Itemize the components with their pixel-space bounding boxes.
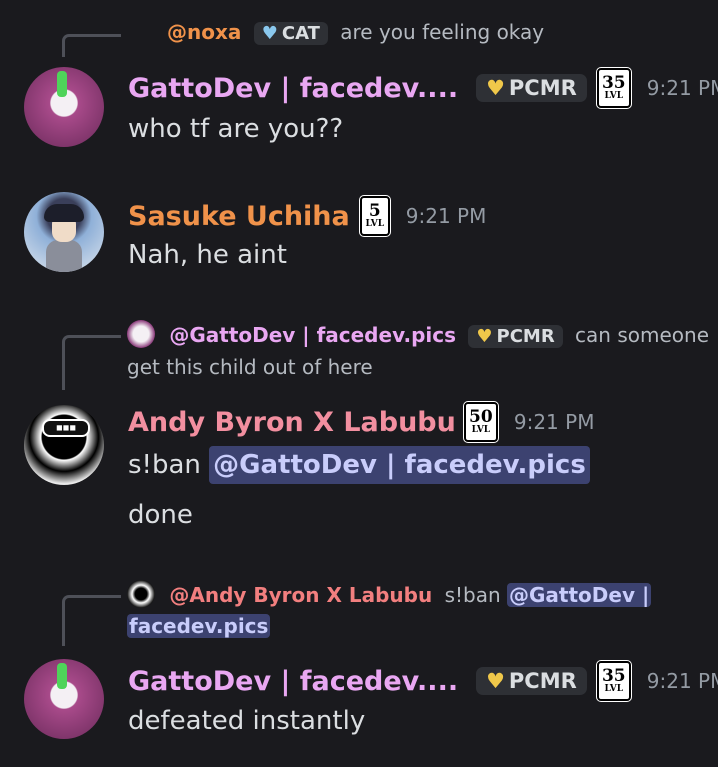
message-header: GattoDev | facedev.... ♥ PCMR 35 LVL 9:21 … (128, 68, 718, 108)
user-mention[interactable]: facedev.pics (127, 614, 271, 638)
heart-icon: ♥ (486, 669, 505, 693)
reply-preview[interactable]: @noxa ♥ CAT are you feeling okay (127, 20, 544, 45)
role-tag: ♥ CAT (253, 22, 328, 45)
reply-text-continued: get this child out of here (127, 355, 373, 379)
reply-author[interactable]: @GattoDev | facedev.pics (169, 323, 456, 347)
message-header: Sasuke Uchiha 5 LVL 9:21 PM (128, 196, 486, 236)
avatar[interactable]: ◼◼◼ (24, 405, 104, 485)
message-text-prefix: s!ban (128, 450, 210, 480)
timestamp: 9:21 PM (646, 76, 718, 100)
avatar-mohawk (57, 71, 67, 97)
timestamp: 9:21 PM (405, 204, 487, 228)
user-mention[interactable]: @GattoDev | facedev.pics (209, 446, 590, 484)
level-badge: 35 LVL (596, 661, 631, 701)
reply-connector (62, 335, 121, 390)
message-text: s!ban @GattoDev | facedev.pics (128, 446, 590, 484)
avatar[interactable] (24, 659, 104, 739)
role-tag-label: CAT (281, 23, 320, 44)
avatar-hair (44, 204, 84, 222)
message-text: defeated instantly (128, 706, 366, 736)
heart-icon: ♥ (486, 76, 505, 100)
reply-text: can someone (575, 323, 709, 347)
user-mention[interactable]: @GattoDev | (507, 583, 652, 607)
reply-preview[interactable]: @Andy Byron X Labubu s!ban @GattoDev | (127, 580, 652, 608)
reply-avatar (127, 580, 155, 608)
heart-icon: ♥ (476, 326, 493, 347)
reply-preview[interactable]: @GattoDev | facedev.pics ♥ PCMR can someo… (127, 320, 709, 348)
username[interactable]: GattoDev | facedev.... (128, 73, 458, 104)
avatar-mohawk (57, 663, 67, 689)
level-badge: 35 LVL (596, 68, 631, 108)
role-tag: ♥ PCMR (476, 74, 587, 102)
avatar[interactable] (24, 192, 104, 272)
reply-author[interactable]: @Andy Byron X Labubu (169, 583, 432, 607)
reply-avatar (127, 320, 155, 348)
role-tag-label: PCMR (496, 326, 555, 347)
avatar-cap: ◼◼◼ (42, 419, 90, 437)
role-tag-label: PCMR (508, 669, 577, 693)
timestamp: 9:21 PM (513, 410, 595, 434)
username[interactable]: Andy Byron X Labubu (128, 407, 456, 438)
reply-connector (62, 34, 121, 57)
timestamp: 9:21 PM (646, 669, 718, 693)
message-header: Andy Byron X Labubu 50 LVL 9:21 PM (128, 402, 594, 442)
message-header: GattoDev | facedev.... ♥ PCMR 35 LVL 9:21 … (128, 661, 718, 701)
reply-text: are you feeling okay (340, 20, 545, 44)
avatar[interactable] (24, 67, 104, 147)
heart-icon: ♥ (261, 23, 278, 44)
message-text: done (128, 500, 193, 530)
username[interactable]: GattoDev | facedev.... (128, 666, 458, 697)
role-tag-label: PCMR (508, 76, 577, 100)
message-text: who tf are you?? (128, 114, 344, 144)
reply-connector (62, 595, 121, 646)
role-tag: ♥ PCMR (476, 667, 587, 695)
avatar-body (46, 240, 82, 272)
reply-text-continued: facedev.pics (127, 614, 271, 638)
username[interactable]: Sasuke Uchiha (128, 201, 350, 232)
level-badge: 50 LVL (463, 402, 498, 442)
role-tag: ♥ PCMR (468, 325, 563, 348)
message-text: Nah, he aint (128, 240, 287, 270)
chat-log: @noxa ♥ CAT are you feeling okay GattoDev… (0, 0, 718, 767)
reply-author[interactable]: @noxa (167, 20, 241, 44)
level-badge: 5 LVL (359, 196, 390, 236)
reply-text-prefix: s!ban (444, 583, 507, 607)
